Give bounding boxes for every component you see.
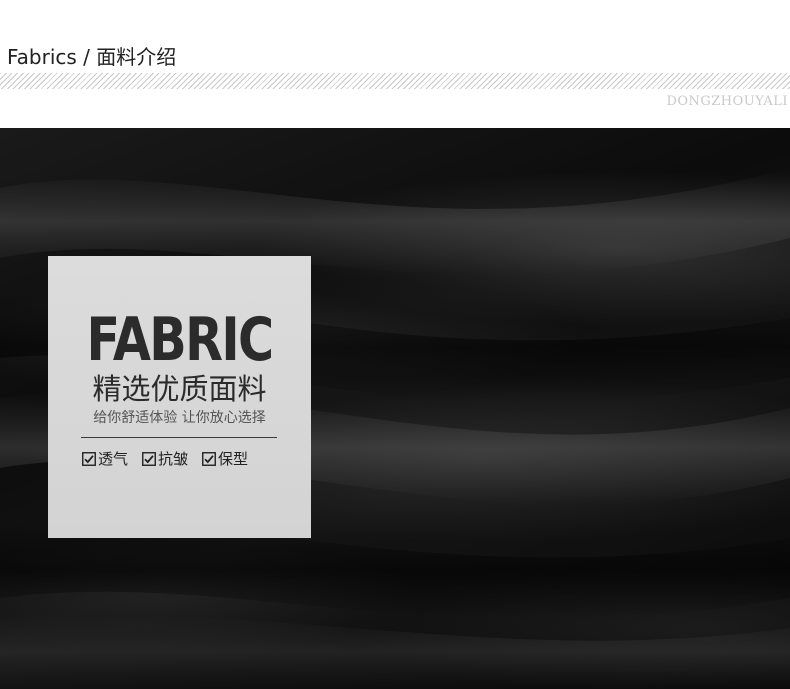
striped-divider [0,73,790,89]
fabric-info-card: FABRIC 精选优质面料 给你舒适体验 让你放心选择 透气 抗皱 保型 [48,256,311,538]
card-subheading: 精选优质面料 [92,372,267,406]
feature-label: 保型 [218,450,249,468]
feature-item: 抗皱 [142,449,188,469]
header: Fabrics / 面料介绍 DONGZHOUYALI [0,0,790,128]
feature-label: 抗皱 [158,450,189,468]
feature-item: 透气 [82,449,128,469]
page-title: Fabrics / 面料介绍 [7,45,177,69]
checkbox-checked-icon [202,452,216,466]
card-divider [81,437,277,438]
checkbox-checked-icon [142,452,156,466]
brand-name: DONGZHOUYALI [666,94,788,109]
card-heading: FABRIC [86,305,274,375]
feature-list: 透气 抗皱 保型 [82,448,248,470]
checkbox-checked-icon [82,452,96,466]
feature-item: 保型 [202,449,248,469]
feature-label: 透气 [98,450,129,468]
card-tagline: 给你舒适体验 让你放心选择 [93,410,266,426]
